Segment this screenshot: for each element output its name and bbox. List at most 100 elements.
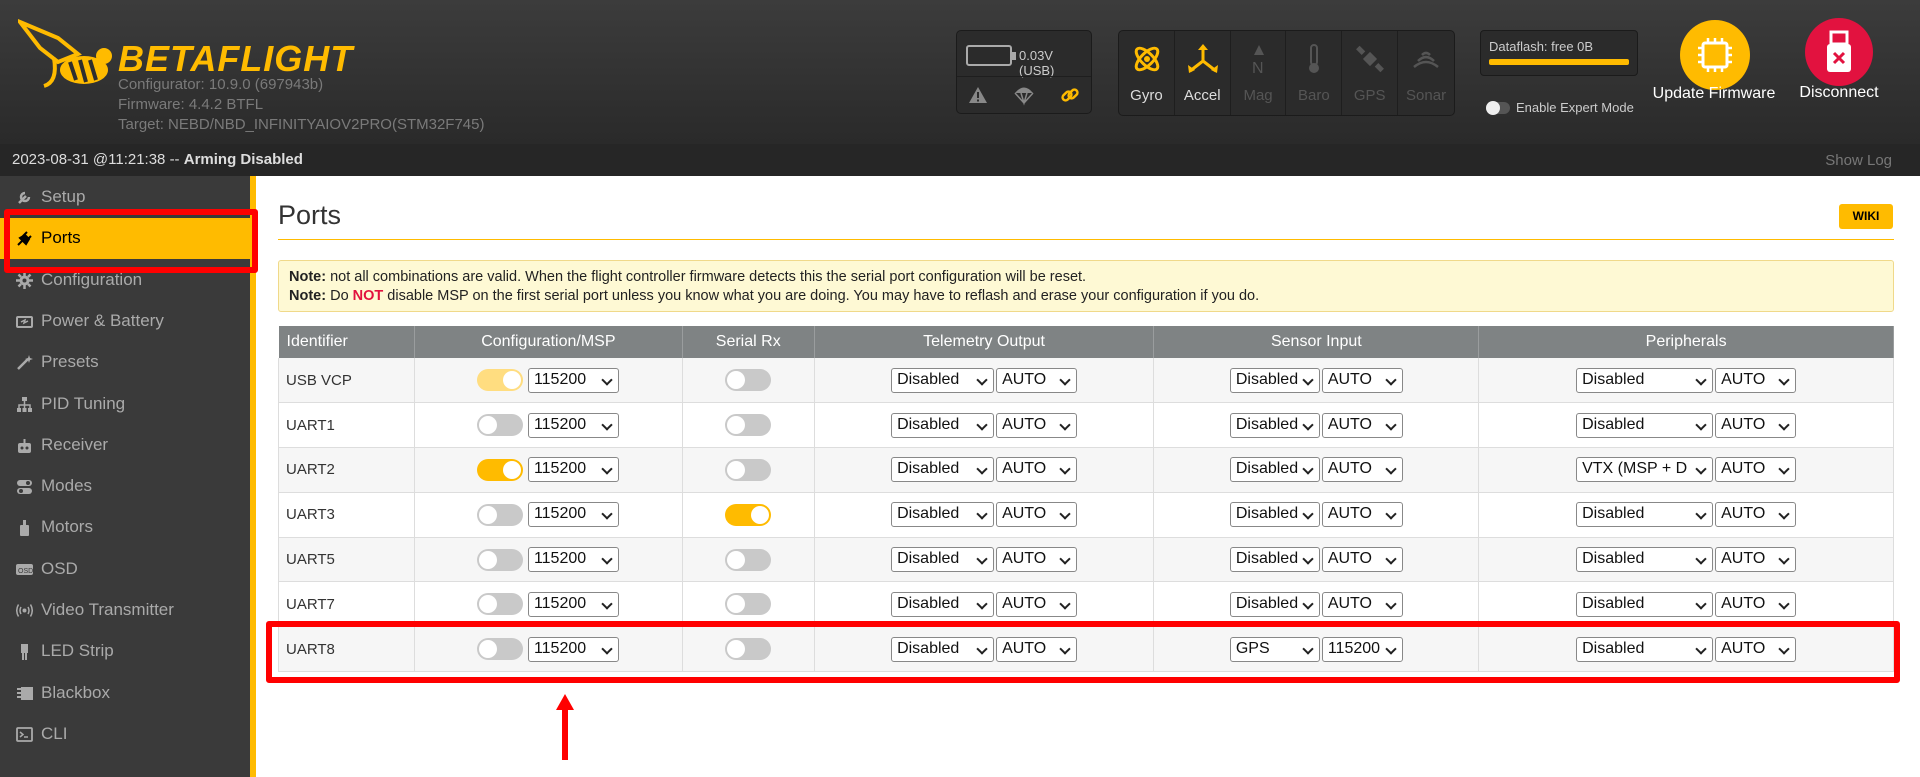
telemetry-select[interactable]: Disabled [891, 412, 995, 438]
baro-icon [1309, 44, 1320, 73]
sidebar-item-presets[interactable]: Presets [0, 342, 250, 383]
msp-baud-select[interactable]: 115200 [527, 457, 619, 483]
peripherals-select[interactable]: Disabled [1576, 547, 1714, 573]
sensor-baud-select[interactable]: AUTO [1321, 457, 1403, 483]
sensor-baud-select[interactable]: AUTO [1321, 591, 1403, 617]
telemetry-baud-select[interactable]: AUTO [996, 502, 1078, 528]
update-firmware-label[interactable]: Update Firmware [1640, 84, 1788, 104]
sensor-baud-select[interactable]: AUTO [1321, 547, 1403, 573]
peripherals-cell: Disabled AUTO [1478, 358, 1894, 404]
peripherals-baud-select[interactable]: AUTO [1715, 367, 1797, 393]
telemetry-select[interactable]: Disabled [891, 547, 995, 573]
sidebar-item-cli[interactable]: CLI [0, 714, 250, 755]
telemetry-select[interactable]: Disabled [891, 591, 995, 617]
sidebar-item-video-transmitter[interactable]: Video Transmitter [0, 590, 250, 631]
msp-cell: 115200 [414, 358, 683, 404]
msp-toggle[interactable] [476, 414, 523, 437]
telemetry-baud-select[interactable]: AUTO [996, 457, 1078, 483]
disconnect-button[interactable] [1805, 18, 1873, 86]
configurator-version: Configurator: 10.9.0 (697943b) [118, 76, 324, 93]
msp-toggle[interactable] [476, 369, 523, 392]
battery-icon [966, 45, 1016, 66]
expert-mode-label: Enable Expert Mode [1516, 100, 1634, 115]
peripherals-select[interactable]: Disabled [1576, 591, 1714, 617]
mag-icon: N [1252, 45, 1264, 75]
peripherals-baud-select[interactable]: AUTO [1715, 547, 1797, 573]
sidebar-item-osd[interactable]: OSD OSD [0, 549, 250, 590]
sidebar-item-modes[interactable]: Modes [0, 466, 250, 507]
sensor-select[interactable]: Disabled [1229, 591, 1320, 617]
peripherals-select[interactable]: Disabled [1576, 412, 1714, 438]
sidebar-item-receiver[interactable]: Receiver [0, 425, 250, 466]
msp-cell: 115200 [414, 402, 683, 449]
serial-rx-toggle[interactable] [725, 458, 772, 481]
telemetry-baud-select[interactable]: AUTO [996, 547, 1078, 573]
sidebar-item-led-strip[interactable]: LED Strip [0, 631, 250, 672]
telemetry-baud-select[interactable]: AUTO [996, 412, 1078, 438]
svg-text:OSD: OSD [18, 568, 33, 575]
sensor-baud-select[interactable]: AUTO [1321, 502, 1403, 528]
sidebar-item-pid-tuning[interactable]: PID Tuning [0, 384, 250, 425]
peripherals-select[interactable]: VTX (MSP + D [1576, 457, 1714, 483]
title-divider [278, 239, 1894, 240]
usb-plug-icon [1827, 30, 1851, 72]
msp-toggle[interactable] [476, 503, 523, 526]
sensor-baud-select[interactable]: AUTO [1321, 412, 1403, 438]
sensor-select[interactable]: Disabled [1229, 367, 1320, 393]
sensor-status-panel: Gyro Accel N Mag Baro GPS Sonar [1118, 30, 1455, 116]
telemetry-select[interactable]: Disabled [891, 502, 995, 528]
blackbox-icon [17, 686, 33, 700]
wiki-button[interactable]: WIKI [1839, 204, 1893, 229]
serial-rx-toggle[interactable] [725, 414, 772, 437]
sensor-select[interactable]: Disabled [1229, 412, 1320, 438]
sidebar-item-label: PID Tuning [41, 393, 126, 413]
sensor-baud-select[interactable]: AUTO [1321, 367, 1403, 393]
sidebar-item-power-battery[interactable]: Power & Battery [0, 301, 250, 342]
sensor-select[interactable]: Disabled [1229, 457, 1320, 483]
peripherals-cell: VTX (MSP + D AUTO [1478, 447, 1894, 493]
serial-rx-toggle[interactable] [725, 369, 772, 392]
port-identifier: UART2 [278, 447, 415, 493]
sensor-select[interactable]: Disabled [1229, 547, 1320, 573]
show-log-link[interactable]: Show Log [1825, 152, 1892, 169]
serial-rx-toggle[interactable] [725, 548, 772, 571]
terminal-icon [16, 726, 33, 742]
disconnect-label[interactable]: Disconnect [1780, 84, 1898, 102]
peripherals-cell: Disabled AUTO [1478, 402, 1894, 449]
peripherals-baud-select[interactable]: AUTO [1715, 457, 1797, 483]
note-line-1: Note: not all combinations are valid. Wh… [289, 269, 1087, 285]
telemetry-baud-select[interactable]: AUTO [996, 367, 1078, 393]
sitemap-icon [17, 396, 32, 412]
serial-rx-toggle[interactable] [725, 593, 772, 616]
sensor-select[interactable]: Disabled [1229, 502, 1320, 528]
serial-rx-toggle[interactable] [725, 503, 772, 526]
peripherals-baud-select[interactable]: AUTO [1715, 591, 1797, 617]
msp-baud-select[interactable]: 115200 [527, 412, 619, 438]
msp-toggle[interactable] [476, 548, 523, 571]
header-telemetry-output: Telemetry Output [814, 326, 1155, 358]
expert-mode-toggle[interactable] [1486, 101, 1510, 115]
telemetry-select[interactable]: Disabled [891, 457, 995, 483]
msp-baud-select[interactable]: 115200 [527, 502, 619, 528]
sidebar-item-label: LED Strip [41, 641, 114, 661]
sidebar-item-label: Setup [41, 187, 86, 206]
msp-toggle[interactable] [476, 458, 523, 481]
msp-baud-select[interactable]: 115200 [527, 547, 619, 573]
msp-baud-select[interactable]: 115200 [527, 591, 619, 617]
peripherals-baud-select[interactable]: AUTO [1715, 412, 1797, 438]
peripherals-select[interactable]: Disabled [1576, 502, 1714, 528]
telemetry-cell: Disabled AUTO [814, 537, 1155, 583]
sidebar-item-motors[interactable]: Motors [0, 507, 250, 548]
peripherals-baud-select[interactable]: AUTO [1715, 502, 1797, 528]
msp-toggle[interactable] [476, 593, 523, 616]
status-datetime: 2023-08-31 @11:21:38 -- [12, 151, 184, 168]
telemetry-baud-select[interactable]: AUTO [996, 591, 1078, 617]
update-firmware-button[interactable] [1680, 20, 1750, 90]
osd-icon: OSD [16, 563, 33, 575]
table-row: UART3 115200 Disabled AUTO Disabled AUTO Disa… [278, 492, 1894, 538]
sidebar-item-blackbox[interactable]: Blackbox [0, 673, 250, 714]
msp-baud-select[interactable]: 115200 [527, 367, 619, 393]
telemetry-select[interactable]: Disabled [891, 367, 995, 393]
peripherals-select[interactable]: Disabled [1576, 367, 1714, 393]
sensor-cell: Disabled AUTO [1153, 358, 1480, 404]
